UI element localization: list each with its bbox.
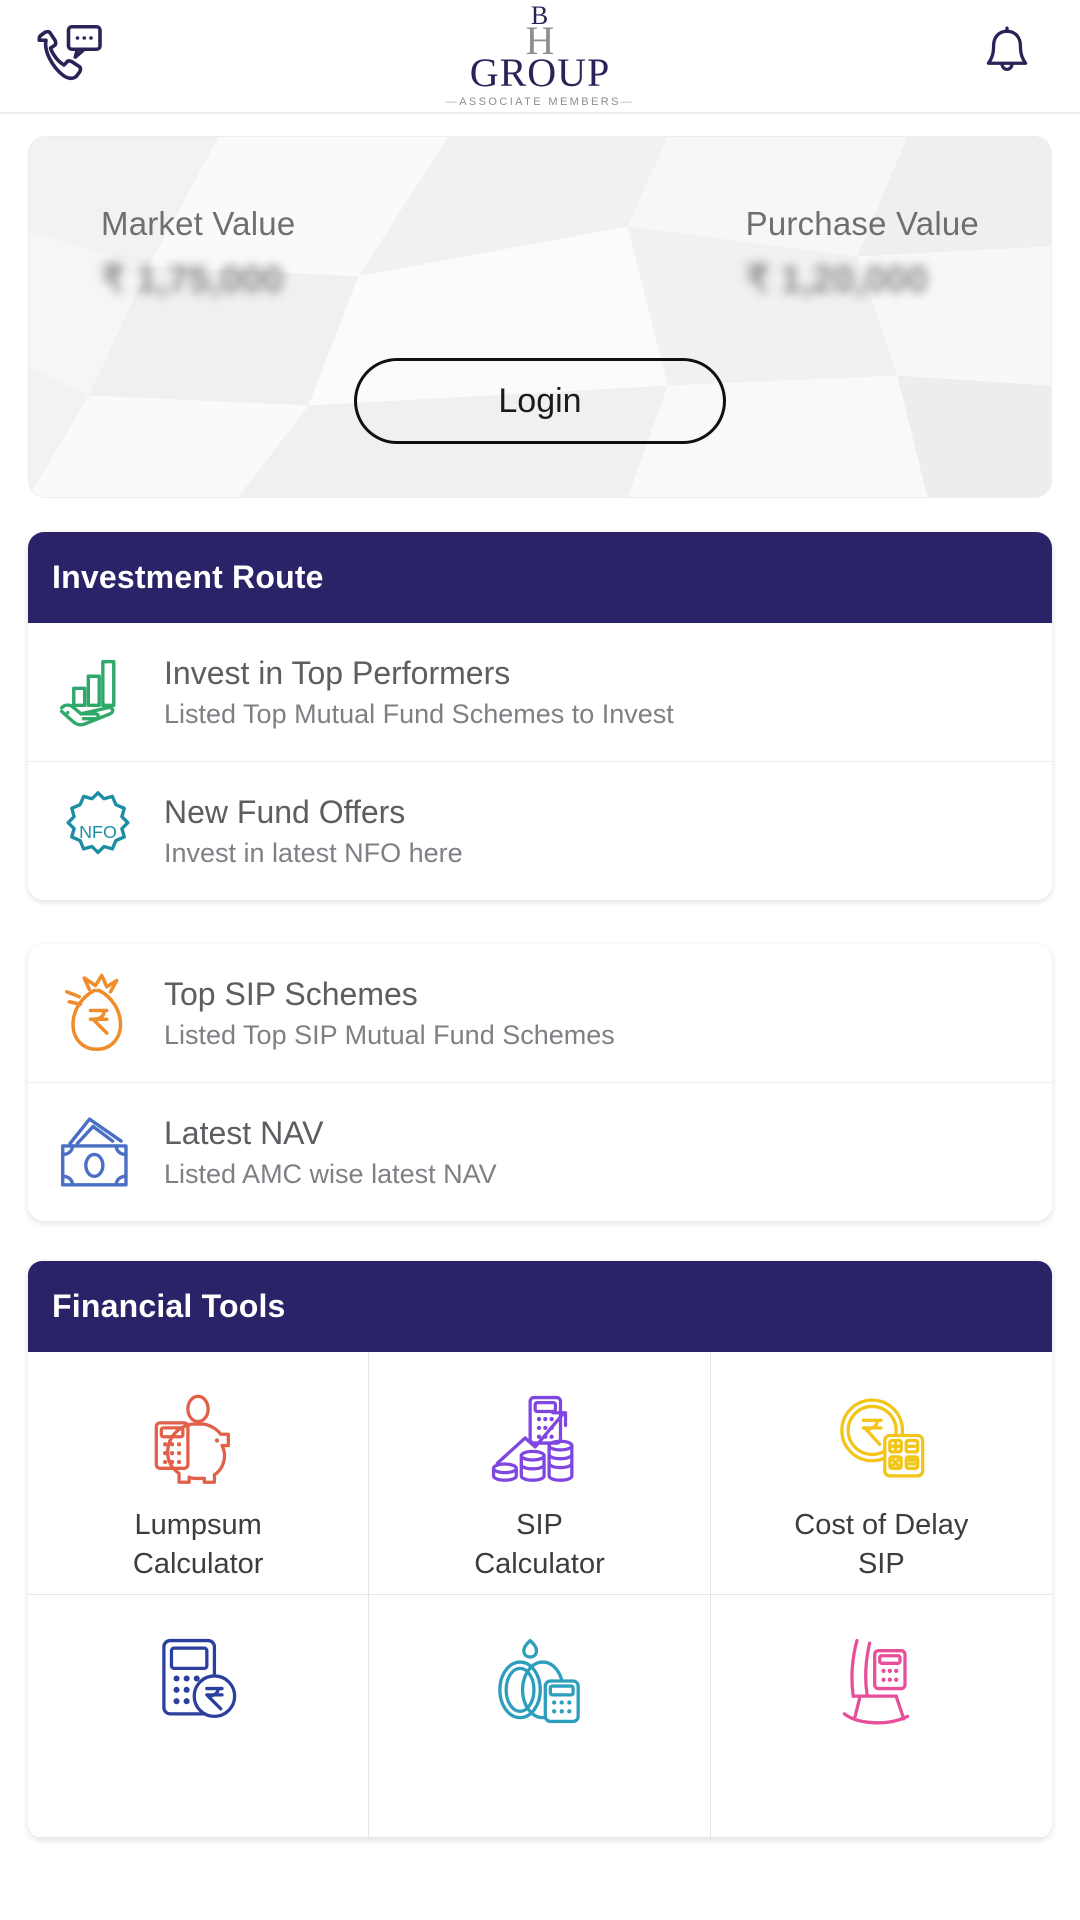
brand-logo: B H GROUP —ASSOCIATE MEMBERS— [445, 2, 635, 108]
route-item-top-sip-schemes[interactable]: Top SIP Schemes Listed Top SIP Mutual Fu… [28, 944, 1052, 1082]
tool-marriage-planner[interactable] [369, 1595, 711, 1838]
market-value-amount: ₹ 1,75,000 [101, 259, 284, 301]
investment-route-header: Investment Route [28, 532, 1052, 623]
tool-retirement-planner[interactable] [710, 1595, 1052, 1838]
schemes-card: Top SIP Schemes Listed Top SIP Mutual Fu… [28, 944, 1052, 1221]
wedding-rings-calculator-icon [487, 1629, 591, 1733]
calculator-rupee-coin-icon [146, 1629, 250, 1733]
brand-tagline: —ASSOCIATE MEMBERS— [445, 95, 635, 108]
route-item-text: Invest in Top Performers Listed Top Mutu… [164, 653, 674, 732]
investment-route-card: Investment Route Invest in Top Performer… [28, 532, 1052, 900]
route-item-title: Invest in Top Performers [164, 654, 511, 691]
brand-monogram: B H [480, 2, 600, 60]
hand-bar-chart-icon [50, 649, 146, 735]
page-content: Market Value ₹ 1,75,000 Purchase Value ₹… [0, 136, 1080, 1838]
route-item-top-performers[interactable]: Invest in Top Performers Listed Top Mutu… [28, 623, 1052, 761]
market-value-label: Market Value [101, 205, 296, 242]
purchase-value-block: Purchase Value ₹ 1,20,000 [746, 205, 979, 302]
route-item-subtitle: Listed Top SIP Mutual Fund Schemes [164, 1019, 615, 1050]
portfolio-summary-card: Market Value ₹ 1,75,000 Purchase Value ₹… [28, 136, 1052, 498]
portfolio-values-row: Market Value ₹ 1,75,000 Purchase Value ₹… [29, 137, 1051, 302]
purchase-value-label: Purchase Value [745, 205, 979, 242]
route-item-title: New Fund Offers [164, 793, 406, 830]
tool-label: Lumpsum Calculator [132, 1509, 264, 1580]
route-item-subtitle: Listed Top Mutual Fund Schemes to Invest [164, 698, 674, 729]
brand-tagline-dash-left: — [445, 95, 460, 108]
route-item-text: New Fund Offers Invest in latest NFO her… [164, 792, 463, 871]
purchase-value-amount: ₹ 1,20,000 [745, 259, 929, 301]
route-item-text: Top SIP Schemes Listed Top SIP Mutual Fu… [164, 974, 615, 1053]
financial-tools-grid: Lumpsum Calculator SIP Calculator Cost o… [28, 1352, 1052, 1838]
market-value-block: Market Value ₹ 1,75,000 [101, 205, 295, 302]
login-button-row: Login [29, 358, 1051, 444]
brand-tagline-text: ASSOCIATE MEMBERS [459, 95, 621, 108]
route-item-subtitle: Listed AMC wise latest NAV [164, 1158, 497, 1189]
brand-tagline-dash-right: — [620, 95, 635, 108]
phone-chat-icon[interactable] [30, 13, 116, 99]
tool-cost-of-delay-sip[interactable]: Cost of Delay SIP [710, 1352, 1052, 1595]
rocking-chair-icon [829, 1629, 933, 1733]
tool-sip-calculator[interactable]: SIP Calculator [369, 1352, 711, 1595]
tool-label: SIP Calculator [474, 1509, 605, 1580]
route-item-subtitle: Invest in latest NFO here [164, 837, 463, 868]
financial-tools-header: Financial Tools [28, 1261, 1052, 1352]
nfo-badge-icon: NFO [50, 788, 146, 874]
tool-calculator-rupee[interactable] [28, 1595, 370, 1838]
piggy-bank-calculator-icon [146, 1386, 250, 1490]
route-item-new-fund-offers[interactable]: NFO New Fund Offers Invest in latest NFO… [28, 761, 1052, 900]
calculator-coins-growth-icon [487, 1386, 591, 1490]
tool-label: Cost of Delay SIP [794, 1509, 969, 1580]
notification-bell-icon[interactable] [964, 13, 1050, 99]
route-item-title: Latest NAV [164, 1114, 324, 1151]
rupee-coin-calculator-icon [829, 1386, 933, 1490]
tool-lumpsum-calculator[interactable]: Lumpsum Calculator [28, 1352, 370, 1595]
login-button[interactable]: Login [354, 358, 726, 444]
route-item-text: Latest NAV Listed AMC wise latest NAV [164, 1113, 497, 1192]
route-item-latest-nav[interactable]: Latest NAV Listed AMC wise latest NAV [28, 1082, 1052, 1221]
app-header: B H GROUP —ASSOCIATE MEMBERS— [0, 0, 1080, 114]
brand-letter-h: H [525, 17, 555, 63]
cash-notes-icon [50, 1109, 146, 1195]
svg-text:NFO: NFO [79, 822, 117, 842]
money-bag-rupee-icon [50, 970, 146, 1056]
route-item-title: Top SIP Schemes [164, 975, 418, 1012]
financial-tools-card: Financial Tools Lumpsum Calculator SIP C… [28, 1261, 1052, 1838]
